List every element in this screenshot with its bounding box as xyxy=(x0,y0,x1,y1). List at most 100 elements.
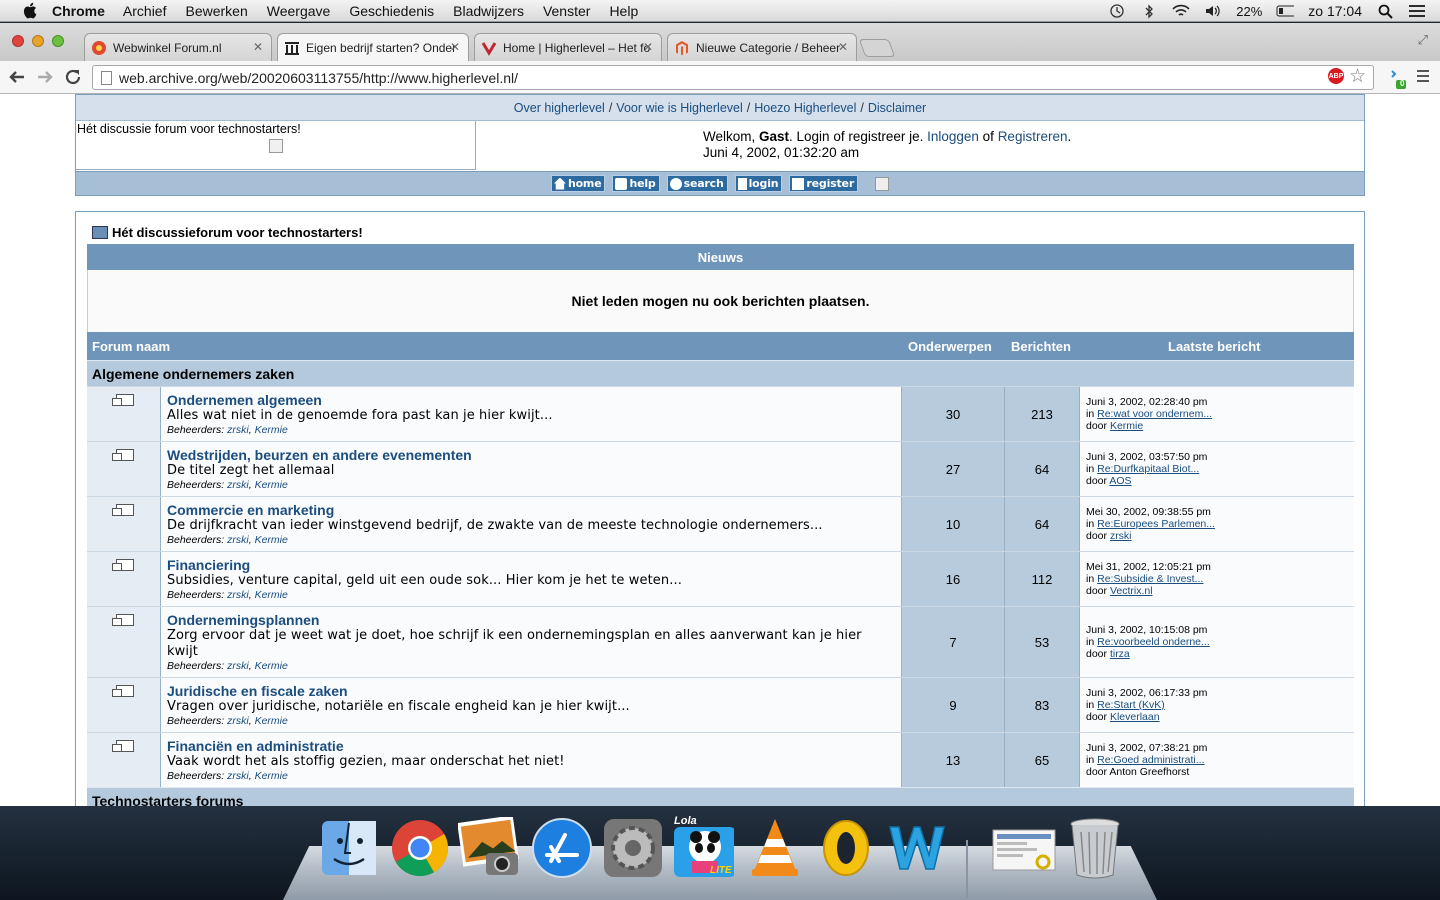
clock[interactable]: zo 17:04 xyxy=(1308,3,1362,19)
moderator-link[interactable]: zrski xyxy=(227,660,249,672)
window-minimize-button[interactable] xyxy=(32,35,44,47)
chrome-menu-icon[interactable] xyxy=(1415,68,1431,89)
tab-eigen-bedrijf-starten[interactable]: Eigen bedrijf starten? Onder ✕ xyxy=(277,33,469,62)
close-tab-icon[interactable]: ✕ xyxy=(253,40,263,54)
moderator-link[interactable]: zrski xyxy=(227,479,249,491)
close-tab-icon[interactable]: ✕ xyxy=(450,40,460,54)
time-machine-icon[interactable] xyxy=(1108,4,1126,18)
moderator-link[interactable]: zrski xyxy=(227,715,249,727)
moderator-link[interactable]: zrski xyxy=(227,424,249,436)
spotlight-search-icon[interactable] xyxy=(1376,4,1394,19)
moderator-link[interactable]: Kermie xyxy=(255,660,288,672)
wifi-icon[interactable] xyxy=(1172,4,1190,18)
word-icon[interactable] xyxy=(886,817,948,879)
last-post-topic-link[interactable]: Re:Durfkapitaal Biot... xyxy=(1097,463,1199,475)
tab-webwinkel-forum[interactable]: Webwinkel Forum.nl ✕ xyxy=(84,33,272,61)
moderator-link[interactable]: Kermie xyxy=(255,715,288,727)
search-button[interactable]: search xyxy=(666,175,728,192)
finder-icon[interactable] xyxy=(318,817,380,879)
apple-menu-icon[interactable] xyxy=(20,2,38,20)
forum-name-link[interactable]: Financiën en administratie xyxy=(167,738,895,754)
moderator-link[interactable]: Kermie xyxy=(255,424,288,436)
battery-icon[interactable] xyxy=(1276,4,1295,18)
tab-title: Nieuwe Categorie / Beheer xyxy=(696,40,841,55)
address-bar[interactable]: web.archive.org/web/20020603113755/http:… xyxy=(92,65,1374,90)
forum-name-link[interactable]: Juridische en fiscale zaken xyxy=(167,683,895,699)
trash-icon[interactable] xyxy=(1064,817,1126,879)
system-preferences-icon[interactable] xyxy=(602,817,664,879)
help-button[interactable]: help xyxy=(612,175,660,192)
moderator-link[interactable]: zrski xyxy=(227,770,249,782)
bluetooth-icon[interactable] xyxy=(1140,3,1158,19)
vlc-icon[interactable] xyxy=(744,817,806,879)
register-button[interactable]: register xyxy=(789,175,859,192)
last-post-topic-link[interactable]: Re:wat voor ondernem... xyxy=(1097,408,1212,420)
nav-over-higherlevel[interactable]: Over higherlevel xyxy=(514,101,605,115)
moderator-link[interactable]: zrski xyxy=(227,534,249,546)
fullscreen-icon[interactable]: ⤢ xyxy=(1418,32,1428,48)
close-tab-icon[interactable]: ✕ xyxy=(643,40,653,54)
forum-name-link[interactable]: Financiering xyxy=(167,557,895,573)
category-title[interactable]: Algemene ondernemers zaken xyxy=(92,366,294,382)
moderator-link[interactable]: Kermie xyxy=(255,534,288,546)
home-button[interactable]: home xyxy=(550,175,606,192)
last-post-author-link[interactable]: tirza xyxy=(1110,648,1130,660)
last-post-topic-link[interactable]: Re:Start (KvK) xyxy=(1097,699,1165,711)
last-post-author-link[interactable]: Kermie xyxy=(1110,420,1143,432)
nav-disclaimer[interactable]: Disclaimer xyxy=(868,101,926,115)
menu-help[interactable]: Help xyxy=(609,3,638,19)
moderator-link[interactable]: Kermie xyxy=(255,589,288,601)
battery-percentage[interactable]: 22% xyxy=(1236,4,1262,19)
menu-venster[interactable]: Venster xyxy=(543,3,590,19)
register-link[interactable]: Registreren xyxy=(998,129,1068,144)
category-row[interactable]: Technostarters forums xyxy=(87,787,1354,806)
last-post-topic-link[interactable]: Re:Subsidie & Invest... xyxy=(1097,573,1203,585)
bookmark-star-icon[interactable]: ☆ xyxy=(1349,65,1366,88)
volume-icon[interactable] xyxy=(1204,4,1222,18)
login-button[interactable]: login xyxy=(734,175,783,192)
forum-name-link[interactable]: Wedstrijden, beurzen en andere evenement… xyxy=(167,447,895,463)
chrome-icon[interactable] xyxy=(389,817,451,879)
adblock-plus-icon[interactable]: ABP xyxy=(1328,68,1344,84)
menu-geschiedenis[interactable]: Geschiedenis xyxy=(349,3,434,19)
forum-name-link[interactable]: Commercie en marketing xyxy=(167,502,895,518)
moderator-link[interactable]: Kermie xyxy=(255,770,288,782)
forward-button[interactable] xyxy=(34,66,56,88)
tab-home-higherlevel[interactable]: Home | Higherlevel – Het fo ✕ xyxy=(474,33,662,61)
category-title[interactable]: Technostarters forums xyxy=(92,793,243,806)
last-post-author-link[interactable]: Vectrix.nl xyxy=(1110,585,1153,597)
lola-icon[interactable]: Lola LITE xyxy=(672,815,734,879)
forum-name-link[interactable]: Ondernemingsplannen xyxy=(167,612,895,628)
window-zoom-button[interactable] xyxy=(52,35,64,47)
preview-document-icon[interactable] xyxy=(990,817,1058,879)
nav-hoezo[interactable]: Hoezo Higherlevel xyxy=(754,101,856,115)
reload-button[interactable] xyxy=(62,66,84,88)
app-store-icon[interactable] xyxy=(531,817,593,879)
category-row[interactable]: Algemene ondernemers zaken xyxy=(87,360,1354,386)
last-post-author-link[interactable]: zrski xyxy=(1110,530,1132,542)
last-post-topic-link[interactable]: Re:Europees Parlemen... xyxy=(1097,518,1215,530)
menu-bladwijzers[interactable]: Bladwijzers xyxy=(453,3,524,19)
login-link[interactable]: Inloggen xyxy=(927,129,979,144)
last-post-topic-link[interactable]: Re:voorbeeld onderne... xyxy=(1097,636,1210,648)
extension-icon[interactable]: 0 xyxy=(1388,67,1408,89)
close-tab-icon[interactable]: ✕ xyxy=(838,40,848,54)
menu-weergave[interactable]: Weergave xyxy=(267,3,331,19)
menu-bewerken[interactable]: Bewerken xyxy=(185,3,247,19)
last-post-author-link[interactable]: Kleverlaan xyxy=(1110,711,1160,723)
moderator-link[interactable]: Kermie xyxy=(255,479,288,491)
notification-center-icon[interactable] xyxy=(1408,4,1426,18)
back-button[interactable] xyxy=(6,66,28,88)
tab-nieuwe-categorie[interactable]: Nieuwe Categorie / Beheer ✕ xyxy=(667,33,857,61)
outlook-icon[interactable] xyxy=(815,817,877,879)
forum-name-link[interactable]: Ondernemen algemeen xyxy=(167,392,895,408)
last-post-author-link[interactable]: AOS xyxy=(1109,475,1131,487)
window-close-button[interactable] xyxy=(12,35,24,47)
menu-archief[interactable]: Archief xyxy=(123,3,167,19)
moderator-link[interactable]: zrski xyxy=(227,589,249,601)
new-tab-button[interactable] xyxy=(858,39,896,57)
last-post-topic-link[interactable]: Re:Goed administrati... xyxy=(1097,754,1204,766)
menu-app-chrome[interactable]: Chrome xyxy=(52,3,105,19)
iphoto-icon[interactable] xyxy=(458,817,520,879)
nav-voor-wie[interactable]: Voor wie is Higherlevel xyxy=(616,101,742,115)
